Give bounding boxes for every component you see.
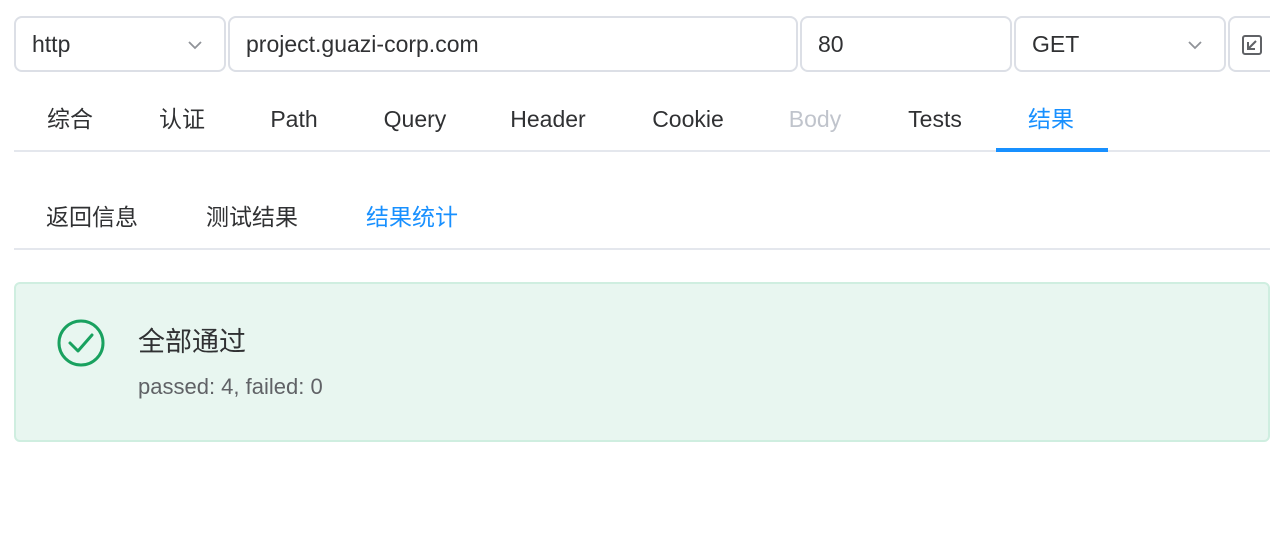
tab-overview[interactable]: 综合 xyxy=(38,88,102,150)
tab-header[interactable]: Header xyxy=(498,88,598,150)
chevron-down-icon xyxy=(1188,41,1202,50)
tab-cookie[interactable]: Cookie xyxy=(638,88,738,150)
tab-body: Body xyxy=(788,106,842,132)
check-circle-icon xyxy=(57,319,105,367)
method-select[interactable]: GET xyxy=(1014,16,1226,72)
result-description: passed: 4, failed: 0 xyxy=(138,374,323,399)
tab-tests[interactable]: Tests xyxy=(894,88,976,150)
result-subtabs: 返回信息 测试结果 结果统计 xyxy=(14,186,1270,250)
tab-query[interactable]: Query xyxy=(372,88,458,150)
page: http project.guazi-corp.com 80 GET 综合 认证… xyxy=(0,0,1270,554)
port-value: 80 xyxy=(818,31,844,57)
external-link-icon xyxy=(1242,35,1262,55)
subtab-test-results[interactable]: 测试结果 xyxy=(206,186,298,248)
subtab-response[interactable]: 返回信息 xyxy=(46,186,138,248)
protocol-value: http xyxy=(32,31,71,57)
tab-result[interactable]: 结果 xyxy=(1018,88,1084,150)
protocol-select[interactable]: http xyxy=(14,16,226,72)
host-value: project.guazi-corp.com xyxy=(246,31,479,57)
request-bar: http project.guazi-corp.com 80 GET xyxy=(14,16,1270,72)
subtab-result-stats[interactable]: 结果统计 xyxy=(366,186,458,248)
result-alert: 全部通过 passed: 4, failed: 0 xyxy=(14,282,1270,442)
tab-path[interactable]: Path xyxy=(254,88,334,150)
host-input[interactable]: project.guazi-corp.com xyxy=(228,16,798,72)
active-tab-indicator xyxy=(996,148,1108,152)
method-value: GET xyxy=(1032,31,1080,57)
main-tabs: 综合 认证 Path Query Header Cookie Body Test… xyxy=(14,88,1270,152)
port-input[interactable]: 80 xyxy=(800,16,1012,72)
result-title: 全部通过 xyxy=(138,327,246,357)
tab-auth[interactable]: 认证 xyxy=(150,88,214,150)
send-button[interactable] xyxy=(1228,16,1270,72)
chevron-down-icon xyxy=(188,41,202,50)
